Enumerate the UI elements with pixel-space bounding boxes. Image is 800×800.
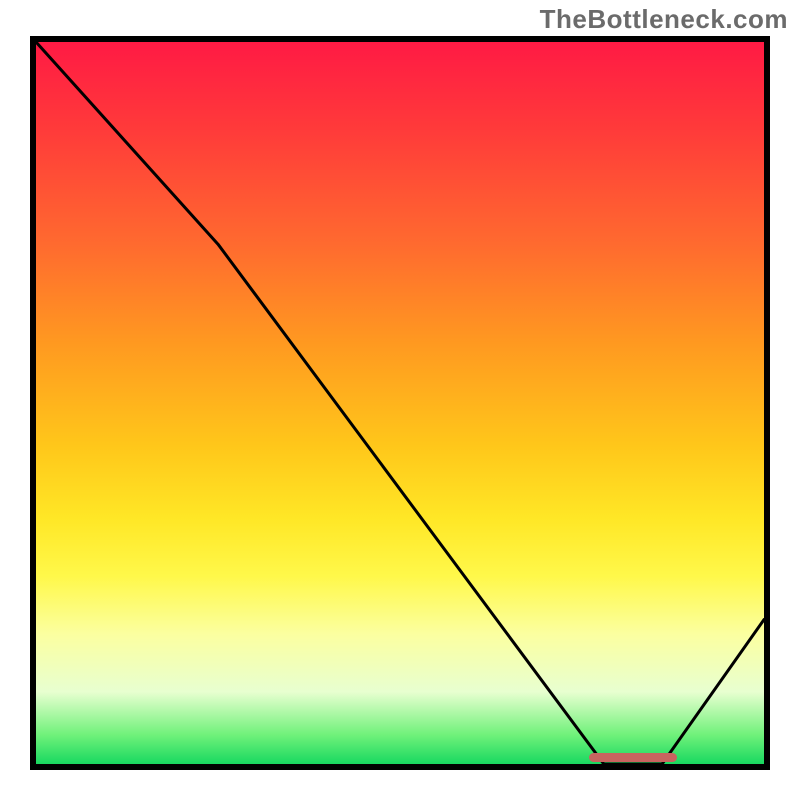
chart-stage: TheBottleneck.com (0, 0, 800, 800)
line-series (36, 42, 764, 764)
plot-gradient-background (36, 42, 764, 764)
bottleneck-curve-path (36, 42, 764, 764)
watermark-text: TheBottleneck.com (540, 4, 788, 35)
minimum-band-marker (589, 753, 676, 762)
plot-frame (30, 36, 770, 770)
